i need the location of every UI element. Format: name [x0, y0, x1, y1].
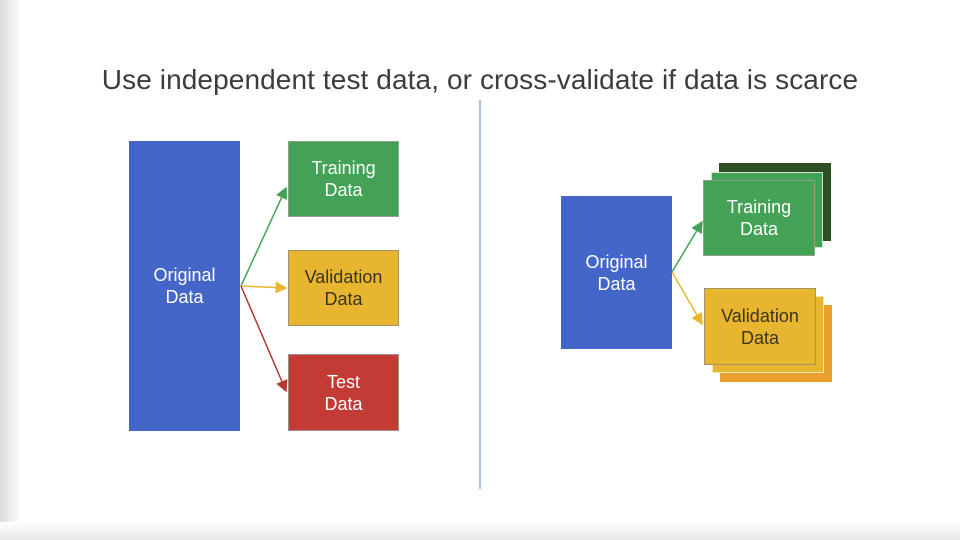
left-training-data-box: Training Data — [288, 141, 399, 217]
left-arrow-to-training — [240, 186, 288, 287]
left-validation-data-box: Validation Data — [288, 250, 399, 326]
left-arrow-to-validation — [240, 281, 288, 294]
bottom-edge-shadow — [0, 522, 960, 540]
right-training-data-box: Training Data — [703, 180, 815, 256]
right-validation-data-box: Validation Data — [704, 288, 816, 365]
slide-title: Use independent test data, or cross-vali… — [101, 64, 859, 95]
right-original-data-box: Original Data — [561, 196, 672, 349]
right-arrow-to-training — [671, 220, 703, 273]
right-arrow-to-validation — [671, 271, 703, 326]
vertical-divider — [479, 100, 481, 489]
slide: Use independent test data, or cross-vali… — [0, 0, 960, 540]
left-original-data-box: Original Data — [129, 141, 240, 431]
left-arrow-to-test — [240, 285, 288, 393]
left-test-data-box: Test Data — [288, 354, 399, 431]
